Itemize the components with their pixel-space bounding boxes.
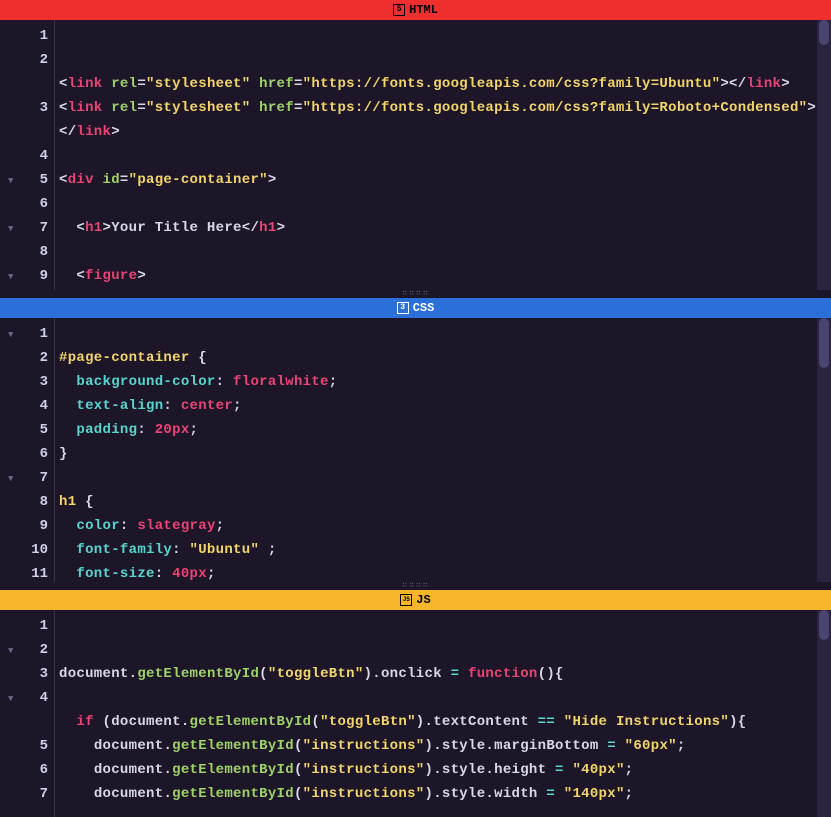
html5-icon: 5 — [393, 4, 405, 16]
gutter-line: 3 — [0, 662, 48, 686]
panel-html: 5 HTML 12345▼67▼89▼ <link rel="styleshee… — [0, 0, 831, 290]
panel-title-html: HTML — [409, 3, 438, 17]
gutter-line: 1▼ — [0, 322, 48, 346]
gutter-css: 1▼234567▼891011 — [0, 318, 55, 582]
gutter-line — [0, 710, 48, 734]
panel-css: 3 CSS 1▼234567▼891011 #page-container { … — [0, 298, 831, 582]
fold-marker-icon[interactable]: ▼ — [8, 217, 13, 241]
gutter-line: 1 — [0, 614, 48, 638]
fold-marker-icon[interactable]: ▼ — [8, 467, 13, 491]
scrollbar-css[interactable] — [817, 318, 831, 582]
gutter-line: 9▼ — [0, 264, 48, 288]
gutter-line: 10 — [0, 538, 48, 562]
fold-marker-icon[interactable]: ▼ — [8, 639, 13, 663]
panel-title-css: CSS — [413, 301, 435, 315]
fold-marker-icon[interactable]: ▼ — [8, 265, 13, 289]
fold-marker-icon[interactable]: ▼ — [8, 169, 13, 193]
scrollbar-js[interactable] — [817, 610, 831, 817]
js-icon: JS — [400, 594, 412, 606]
gutter-line: 5 — [0, 734, 48, 758]
gutter-line: 6 — [0, 758, 48, 782]
editor-js[interactable]: 12▼34▼ 567 document.getElementById("toggl… — [0, 610, 831, 817]
gutter-line: 2 — [0, 346, 48, 370]
gutter-line: 3 — [0, 370, 48, 394]
gutter-line: 1 — [0, 24, 48, 48]
resize-handle-css-js[interactable]: ⠿⠿⠿⠿ — [0, 582, 831, 590]
editor-html[interactable]: 12 3 45▼67▼89▼ <link rel="stylesheet" href… — [0, 20, 831, 290]
fold-marker-icon[interactable]: ▼ — [8, 687, 13, 711]
gutter-line: 9 — [0, 514, 48, 538]
gutter-line: 3 — [0, 96, 48, 120]
panel-header-html[interactable]: 5 HTML — [0, 0, 831, 20]
gutter-line: 5 — [0, 418, 48, 442]
gutter-line: 4▼ — [0, 686, 48, 710]
gutter-line: 8 — [0, 240, 48, 264]
panel-title-js: JS — [416, 593, 430, 607]
gutter-line: 2 — [0, 48, 48, 72]
gutter-line — [0, 120, 48, 144]
gutter-line — [0, 72, 48, 96]
gutter-line: 7▼ — [0, 466, 48, 490]
fold-marker-icon[interactable]: ▼ — [8, 323, 13, 347]
gutter-line: 7▼ — [0, 216, 48, 240]
gutter-line: 5▼ — [0, 168, 48, 192]
panel-js: JS JS 12▼34▼ 567 document.getElementById(… — [0, 590, 831, 817]
code-css[interactable]: #page-container { background-color: flor… — [55, 318, 831, 582]
gutter-js: 12▼34▼ 567 — [0, 610, 55, 817]
code-js[interactable]: document.getElementById("toggleBtn").onc… — [55, 610, 831, 817]
gutter-line: 6 — [0, 192, 48, 216]
gutter-line: 2▼ — [0, 638, 48, 662]
css3-icon: 3 — [397, 302, 409, 314]
gutter-html: 12 3 45▼67▼89▼ — [0, 20, 55, 290]
gutter-line: 8 — [0, 490, 48, 514]
gutter-line: 11 — [0, 562, 48, 582]
scrollbar-html[interactable] — [817, 20, 831, 290]
code-html[interactable]: <link rel="stylesheet" href="https://fon… — [55, 20, 831, 290]
panel-header-css[interactable]: 3 CSS — [0, 298, 831, 318]
gutter-line: 4 — [0, 144, 48, 168]
gutter-line: 6 — [0, 442, 48, 466]
editor-css[interactable]: 1▼234567▼891011 #page-container { backgr… — [0, 318, 831, 582]
panel-header-js[interactable]: JS JS — [0, 590, 831, 610]
resize-handle-html-css[interactable]: ⠿⠿⠿⠿ — [0, 290, 831, 298]
gutter-line: 4 — [0, 394, 48, 418]
gutter-line: 7 — [0, 782, 48, 806]
